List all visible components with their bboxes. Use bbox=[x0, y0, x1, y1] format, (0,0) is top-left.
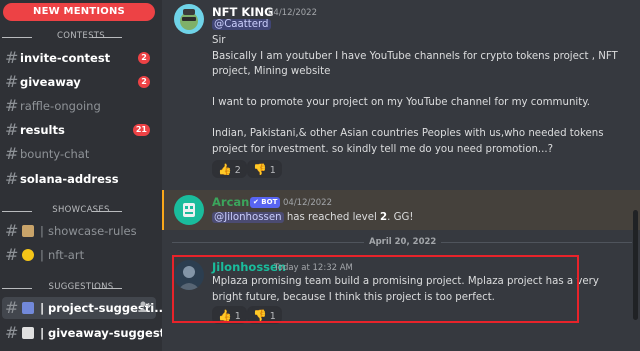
channel-label: solana-address bbox=[20, 172, 119, 186]
timestamp: 04/12/2022 bbox=[268, 8, 317, 18]
channel-label: giveaway-suggest... bbox=[48, 326, 162, 340]
category-suggestions[interactable]: SUGGESTIONS bbox=[0, 282, 162, 294]
channel-separator: | bbox=[40, 224, 44, 238]
avatar[interactable] bbox=[174, 4, 204, 34]
message-text: . GG! bbox=[387, 212, 414, 223]
channel-label: nft-art bbox=[48, 248, 85, 262]
user-mention[interactable]: @Caatterd bbox=[212, 19, 271, 30]
timestamp: 04/12/2022 bbox=[283, 198, 332, 208]
message-line: Indian, Pakistani,& other Asian countrie… bbox=[212, 128, 604, 139]
channel-results[interactable]: # results 21 bbox=[2, 119, 156, 141]
message-line: project, Mining website bbox=[212, 66, 331, 77]
card-icon bbox=[22, 302, 34, 314]
ape-avatar-icon bbox=[180, 9, 198, 30]
message-line: Sir bbox=[212, 35, 226, 46]
add-member-icon[interactable] bbox=[138, 300, 152, 314]
category-rule bbox=[2, 211, 32, 212]
avatar[interactable] bbox=[174, 195, 204, 225]
channel-nft-art[interactable]: # | nft-art bbox=[2, 244, 156, 266]
scrollbar[interactable] bbox=[633, 210, 638, 320]
date-divider-label: April 20, 2022 bbox=[364, 237, 442, 247]
face-icon bbox=[22, 249, 34, 261]
message-nft-king: NFT KING 04/12/2022 @Caatterd Sir Basica… bbox=[162, 0, 640, 185]
mention-badge: 21 bbox=[132, 124, 150, 136]
bot-avatar-icon bbox=[183, 203, 195, 217]
channel-label: results bbox=[20, 123, 65, 137]
annotation-highlight-box bbox=[172, 255, 579, 323]
reaction-thumbs-up[interactable]: 👍 2 bbox=[212, 160, 247, 178]
hash-icon: # bbox=[5, 72, 19, 91]
bot-tag: ✔ BOT bbox=[250, 197, 281, 208]
hash-icon: # bbox=[5, 221, 19, 240]
message-line: project for investment. so kindly tell m… bbox=[212, 144, 554, 155]
category-rule bbox=[92, 211, 122, 212]
mention-badge: 2 bbox=[138, 52, 150, 64]
hash-icon: # bbox=[5, 169, 19, 188]
channel-giveaway[interactable]: # giveaway 2 bbox=[2, 71, 156, 93]
category-label: SHOWCASES bbox=[49, 205, 113, 215]
thumbs-up-icon: 👍 bbox=[218, 163, 232, 176]
hash-icon: # bbox=[5, 323, 19, 342]
reaction-thumbs-down[interactable]: 👎 1 bbox=[247, 160, 282, 178]
hash-icon: # bbox=[5, 245, 19, 264]
mention-badge: 2 bbox=[138, 76, 150, 88]
message-line: Basically I am youtuber I have YouTube c… bbox=[212, 51, 618, 62]
category-rule bbox=[2, 288, 32, 289]
channel-giveaway-suggestions[interactable]: # | giveaway-suggest... bbox=[2, 322, 162, 344]
category-rule bbox=[2, 37, 32, 38]
channel-sidebar: NEW MENTIONS CONTESTS # invite-contest 2… bbox=[0, 0, 162, 351]
channel-bounty-chat[interactable]: # bounty-chat bbox=[2, 143, 156, 165]
channel-label: showcase-rules bbox=[48, 224, 137, 238]
new-mentions-button[interactable]: NEW MENTIONS bbox=[3, 3, 155, 21]
channel-project-suggestions[interactable]: # | project-suggesti... bbox=[2, 297, 162, 319]
category-showcases[interactable]: SHOWCASES bbox=[0, 205, 162, 217]
category-rule bbox=[92, 288, 122, 289]
hash-icon: # bbox=[5, 298, 19, 317]
message-arcane: Arcane ✔ BOT 04/12/2022 @Jilonhossen has… bbox=[162, 193, 640, 229]
reaction-count: 2 bbox=[234, 165, 241, 176]
message-line: I want to promote your project on my You… bbox=[212, 97, 591, 108]
category-contests[interactable]: CONTESTS bbox=[0, 31, 162, 43]
message-body: @Jilonhossen has reached level 2. GG! bbox=[212, 212, 413, 223]
channel-separator: | bbox=[40, 248, 44, 262]
username[interactable]: NFT KING bbox=[212, 5, 274, 19]
channel-separator: | bbox=[40, 301, 45, 315]
scroll-icon bbox=[22, 225, 34, 237]
channel-invite-contest[interactable]: # invite-contest 2 bbox=[2, 47, 156, 69]
channel-separator: | bbox=[40, 326, 45, 340]
category-label: SUGGESTIONS bbox=[45, 282, 117, 292]
reaction-count: 1 bbox=[269, 165, 276, 176]
hash-icon: # bbox=[5, 48, 19, 67]
channel-label: invite-contest bbox=[20, 51, 111, 65]
channel-raffle-ongoing[interactable]: # raffle-ongoing bbox=[2, 95, 156, 117]
hash-icon: # bbox=[5, 96, 19, 115]
hash-icon: # bbox=[5, 120, 19, 139]
channel-label: giveaway bbox=[20, 75, 81, 89]
category-label: CONTESTS bbox=[54, 31, 108, 41]
category-rule bbox=[92, 37, 122, 38]
hash-icon: # bbox=[5, 144, 19, 163]
message-text: has reached level bbox=[283, 212, 381, 223]
channel-label: raffle-ongoing bbox=[20, 99, 101, 113]
user-mention[interactable]: @Jilonhossen bbox=[212, 212, 284, 223]
channel-label: bounty-chat bbox=[20, 147, 90, 161]
channel-solana-address[interactable]: # solana-address bbox=[2, 168, 156, 190]
channel-showcase-rules[interactable]: # | showcase-rules bbox=[2, 220, 156, 242]
message-area: NFT KING 04/12/2022 @Caatterd Sir Basica… bbox=[162, 0, 640, 351]
clapper-icon bbox=[22, 327, 34, 339]
thumbs-down-icon: 👎 bbox=[253, 163, 267, 176]
